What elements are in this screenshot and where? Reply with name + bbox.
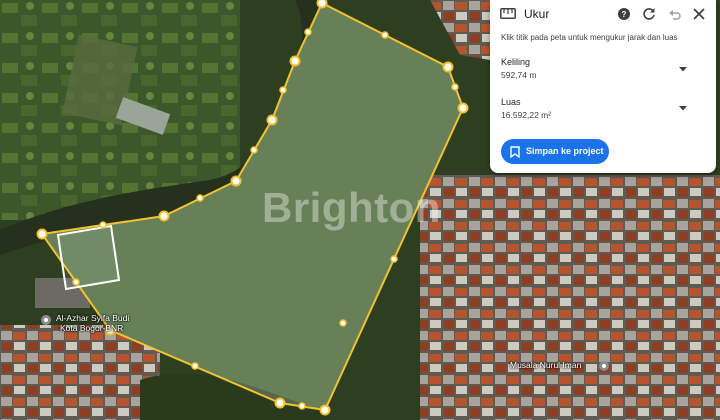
area-label: Luas	[501, 97, 521, 107]
refresh-icon[interactable]	[641, 6, 657, 22]
vertex-handle	[442, 61, 454, 73]
vertex-handle	[266, 114, 278, 126]
place-label[interactable]: Musala Nurul Iman	[510, 360, 581, 370]
midpoint-handle	[72, 278, 80, 286]
reference-square-outline	[56, 224, 121, 291]
midpoint-handle	[279, 86, 287, 94]
midpoint-handle	[451, 83, 459, 91]
place-pin-icon[interactable]	[41, 315, 51, 325]
perimeter-label: Keliling	[501, 57, 531, 67]
midpoint-handle	[250, 146, 258, 154]
measure-panel: Ukur ? Klik titik pada peta untuk menguk…	[490, 0, 716, 173]
vertex-handle	[319, 404, 331, 416]
midpoint-handle	[99, 221, 107, 229]
vertex-handle	[289, 55, 301, 67]
vertex-handle	[457, 102, 469, 114]
save-to-project-button[interactable]: Simpan ke project	[501, 139, 609, 164]
vertex-handle	[158, 210, 170, 222]
place-pin-icon[interactable]	[599, 361, 609, 371]
instruction-text: Klik titik pada peta untuk mengukur jara…	[501, 33, 678, 42]
midpoint-handle	[196, 194, 204, 202]
chevron-down-icon[interactable]	[676, 101, 690, 115]
midpoint-handle	[390, 255, 398, 263]
midpoint-handle	[304, 28, 312, 36]
save-button-label: Simpan ke project	[526, 146, 604, 156]
bookmark-icon	[510, 146, 520, 158]
vertex-handle	[230, 175, 242, 187]
ruler-icon	[500, 8, 516, 19]
panel-title: Ukur	[524, 7, 550, 21]
vertex-handle	[316, 0, 328, 9]
place-subtitle: Kota Bogor-BNR	[60, 323, 124, 333]
midpoint-handle	[298, 402, 306, 410]
urban-area-east	[420, 175, 720, 420]
close-icon[interactable]	[691, 6, 707, 22]
help-icon[interactable]: ?	[616, 6, 632, 22]
place-name: Al-Azhar Syifa Budi	[56, 313, 130, 323]
vertex-handle	[274, 397, 286, 409]
perimeter-value: 592,74 m	[501, 70, 537, 80]
midpoint-handle	[339, 319, 347, 327]
undo-icon[interactable]	[667, 6, 683, 22]
panel-header: Ukur ?	[490, 0, 716, 28]
midpoint-handle	[191, 362, 199, 370]
watermark: Brighton	[262, 184, 441, 231]
chevron-down-icon[interactable]	[676, 62, 690, 76]
svg-text:?: ?	[622, 10, 627, 19]
place-label[interactable]: Al-Azhar Syifa Budi Kota Bogor-BNR	[56, 313, 129, 333]
vertex-handle	[36, 228, 48, 240]
midpoint-handle	[381, 31, 389, 39]
area-value: 16.592,22 m²	[501, 110, 552, 120]
